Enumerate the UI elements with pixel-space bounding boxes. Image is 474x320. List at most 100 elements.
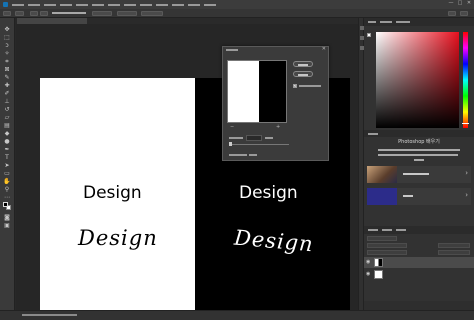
zoom-out-icon[interactable]: [40, 11, 48, 16]
dialog-slider-knob[interactable]: [229, 142, 232, 146]
healing-brush-icon[interactable]: ✚: [3, 82, 11, 89]
color-picker-field[interactable]: [376, 32, 459, 128]
frame-icon[interactable]: ⊠: [3, 66, 11, 73]
dialog-field-input[interactable]: [246, 135, 262, 141]
menu-select[interactable]: [92, 3, 104, 6]
crop-icon[interactable]: ⌗: [3, 58, 11, 65]
learn-desc-line-1: [378, 149, 460, 151]
toolbox: ✥ ⬚ ↄ ✧ ⌗ ⊠ ✎ ✚ ✐ ⊥ ↺ ▱ ▤ ◆ ● ✒ T ➤ ▭ ✋ …: [0, 18, 15, 310]
dialog-close-icon[interactable]: ✕: [322, 47, 326, 52]
menu-bar: — □ ✕: [0, 0, 474, 9]
preview-zoom-out-icon[interactable]: −: [230, 125, 234, 130]
layer-thumbnail-top: [374, 258, 383, 267]
menu-window-label: [172, 3, 184, 6]
dodge-icon[interactable]: ●: [3, 138, 11, 145]
eye-icon[interactable]: ◉: [366, 272, 370, 277]
panel-foreground-swatch[interactable]: [367, 33, 371, 37]
eye-icon[interactable]: ◉: [366, 260, 370, 265]
eraser-icon[interactable]: ▱: [3, 114, 11, 121]
learn-card-tips[interactable]: ›: [367, 188, 471, 205]
menu-select-label: [92, 3, 104, 6]
tab-learn[interactable]: [368, 133, 378, 135]
zoom-in-icon[interactable]: [30, 11, 38, 16]
cancel-button[interactable]: [293, 71, 313, 77]
menu-filter[interactable]: [108, 3, 120, 6]
magic-wand-icon[interactable]: ✧: [3, 50, 11, 57]
pen-icon[interactable]: ✒: [3, 146, 11, 153]
opacity-input[interactable]: [438, 243, 470, 248]
menu-3d[interactable]: [124, 3, 136, 6]
preview-black-half: [259, 61, 286, 122]
menu-help[interactable]: [188, 3, 200, 6]
tab-color[interactable]: [368, 21, 376, 23]
workspace-icon[interactable]: [460, 11, 468, 16]
layers-panel-tabs: [364, 226, 474, 234]
fill-input[interactable]: [438, 250, 470, 255]
layer-row-bottom[interactable]: ◉: [364, 269, 474, 280]
menu-layer[interactable]: [60, 3, 72, 6]
more-tools-icon[interactable]: ⋯: [3, 194, 11, 201]
blur-icon[interactable]: ◆: [3, 130, 11, 137]
menu-plugins[interactable]: [156, 3, 168, 6]
type-icon[interactable]: T: [3, 154, 11, 161]
preview-checkbox[interactable]: ✓: [293, 84, 297, 88]
eyedropper-icon[interactable]: ✎: [3, 74, 11, 81]
tab-paths[interactable]: [396, 229, 406, 231]
cancel-button-label: [298, 73, 308, 76]
tab-channels[interactable]: [382, 229, 392, 231]
menu-plugins-label: [156, 3, 168, 6]
lasso-icon[interactable]: ↄ: [3, 42, 11, 49]
menu-extra[interactable]: [204, 3, 216, 6]
dialog-field-label: [229, 137, 243, 139]
zoom-percent-button[interactable]: [92, 11, 112, 16]
resize-windows-label[interactable]: [52, 12, 86, 14]
dialog-slider[interactable]: [229, 142, 289, 146]
menu-edit[interactable]: [28, 3, 40, 6]
status-doc-info: [22, 314, 77, 316]
menu-view[interactable]: [140, 3, 152, 6]
menu-file[interactable]: [12, 3, 24, 6]
rectangle-icon[interactable]: ▭: [3, 170, 11, 177]
blend-mode-select[interactable]: [367, 243, 407, 248]
clone-stamp-icon[interactable]: ⊥: [3, 98, 11, 105]
tab-gradients[interactable]: [396, 21, 410, 23]
brush-icon[interactable]: ✐: [3, 90, 11, 97]
screen-mode-icon[interactable]: ▣: [3, 222, 11, 229]
tool-preset-icon[interactable]: [15, 11, 24, 16]
foreground-color-swatch[interactable]: [3, 202, 8, 207]
minimize-icon[interactable]: —: [448, 1, 454, 7]
menu-type[interactable]: [76, 3, 88, 6]
close-icon[interactable]: ✕: [466, 1, 472, 7]
tab-layers[interactable]: [368, 229, 378, 231]
dialog-preview[interactable]: [227, 60, 287, 123]
learn-card-projects[interactable]: ›: [367, 166, 471, 183]
fit-screen-button[interactable]: [117, 11, 137, 16]
hue-slider[interactable]: [463, 32, 468, 128]
learn-desc-line-2: [378, 154, 458, 156]
marquee-icon[interactable]: ⬚: [3, 34, 11, 41]
menu-image-label: [44, 3, 56, 6]
tab-swatches[interactable]: [380, 21, 392, 23]
fill-screen-button[interactable]: [141, 11, 163, 16]
menu-edit-label: [28, 3, 40, 6]
hand-icon[interactable]: ✋: [3, 178, 11, 185]
menu-image[interactable]: [44, 3, 56, 6]
zoom-icon[interactable]: ⚲: [3, 186, 11, 193]
move-icon[interactable]: ✥: [3, 26, 11, 33]
quick-mask-icon[interactable]: ◙: [3, 214, 11, 221]
history-brush-icon[interactable]: ↺: [3, 106, 11, 113]
maximize-icon[interactable]: □: [457, 1, 463, 7]
preview-zoom-in-icon[interactable]: +: [276, 125, 280, 130]
layer-filter-select[interactable]: [367, 236, 397, 241]
lock-controls[interactable]: [367, 250, 407, 255]
search-icon[interactable]: [448, 11, 456, 16]
menu-window[interactable]: [172, 3, 184, 6]
layer-row-top[interactable]: ◉: [364, 257, 474, 268]
photoshop-logo-icon[interactable]: [3, 2, 8, 7]
gradient-icon[interactable]: ▤: [3, 122, 11, 129]
adjustment-dialog[interactable]: ✕ ✓ − +: [222, 46, 329, 161]
hue-slider-marker[interactable]: [462, 123, 469, 124]
home-icon[interactable]: [3, 11, 11, 16]
ok-button[interactable]: [293, 61, 313, 67]
path-selection-icon[interactable]: ➤: [3, 162, 11, 169]
